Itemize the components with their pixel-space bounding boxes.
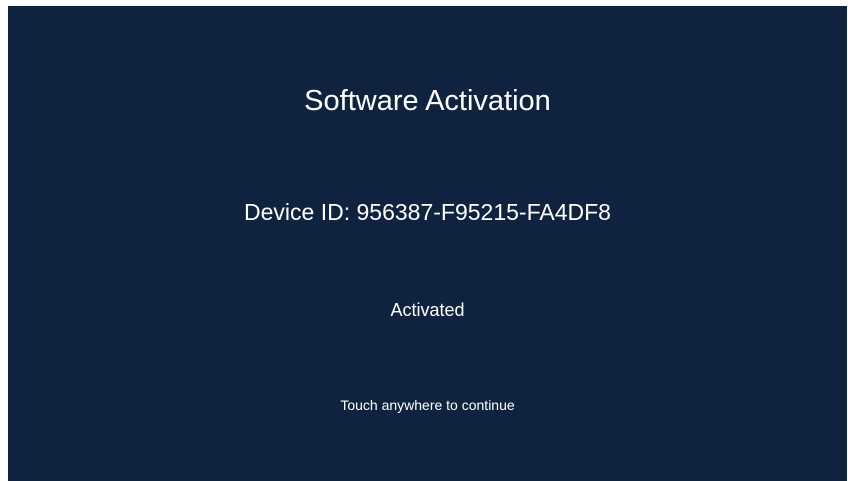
continue-hint: Touch anywhere to continue [340, 397, 515, 413]
device-id-label: Device ID: 956387-F95215-FA4DF8 [244, 199, 611, 225]
activation-status: Activated [390, 300, 465, 320]
activation-screen[interactable]: Software Activation Device ID: 956387-F9… [8, 6, 847, 481]
page-title: Software Activation [304, 85, 551, 117]
